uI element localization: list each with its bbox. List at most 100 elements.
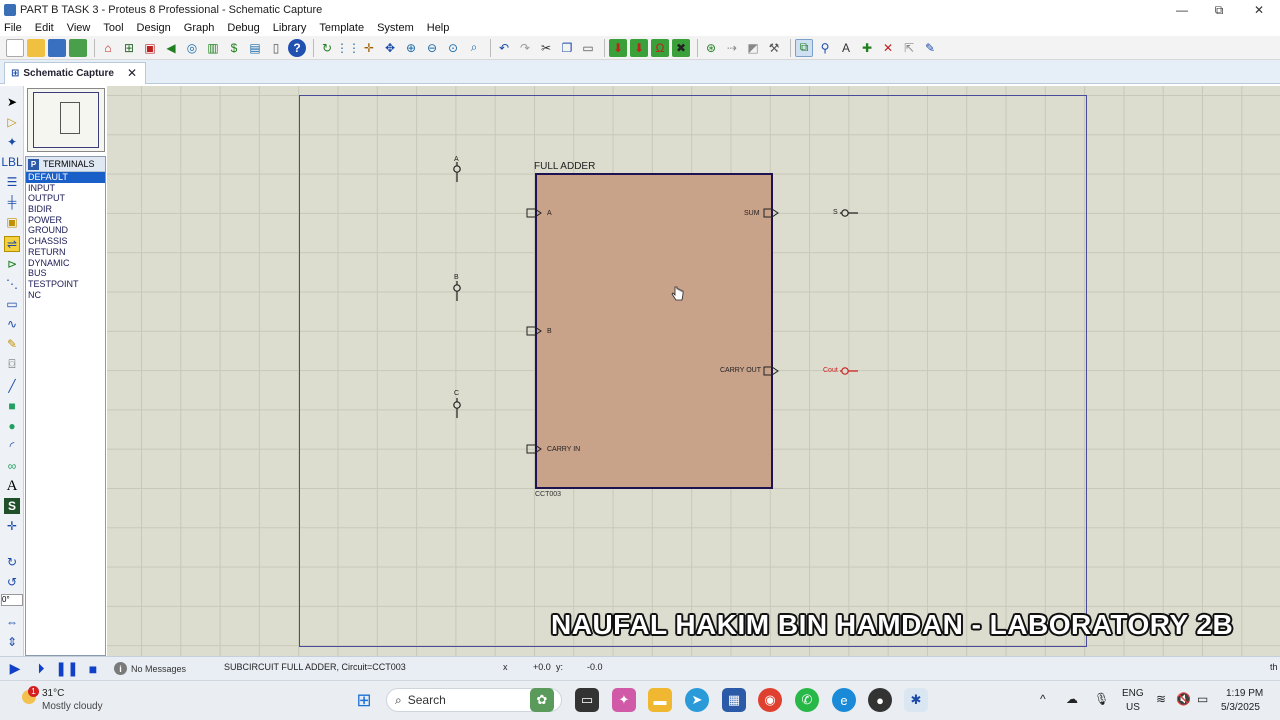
selection-mode-icon[interactable]: ➤ bbox=[4, 94, 20, 110]
step-button[interactable]: ⏵ bbox=[30, 660, 52, 678]
copy-icon[interactable]: ❐ bbox=[558, 39, 576, 57]
remove-sheet-icon[interactable]: ✕ bbox=[879, 39, 897, 57]
widgets-news-icon[interactable]: ✿ bbox=[530, 688, 554, 712]
subcircuit-icon[interactable]: ▣ bbox=[4, 214, 20, 230]
home-icon[interactable]: ⌂ bbox=[99, 39, 117, 57]
play-button[interactable]: ▶ bbox=[4, 660, 26, 678]
property-assignment-icon[interactable]: A bbox=[837, 39, 855, 57]
back-icon[interactable]: ◀ bbox=[162, 39, 180, 57]
symbol-icon[interactable]: S bbox=[4, 498, 20, 514]
port-sum-marker[interactable] bbox=[763, 208, 779, 218]
block-move-icon[interactable]: ⬇ bbox=[630, 38, 648, 57]
terminal-item-output[interactable]: OUTPUT bbox=[26, 193, 105, 204]
weather-widget[interactable]: 1 31°C Mostly cloudy bbox=[22, 686, 142, 716]
exit-to-parent-icon[interactable]: ⇱ bbox=[900, 39, 918, 57]
notes-icon[interactable]: ▯ bbox=[267, 39, 285, 57]
battery-icon[interactable]: ▭ bbox=[1197, 692, 1208, 706]
box-icon[interactable]: ■ bbox=[4, 398, 20, 414]
menu-file[interactable]: File bbox=[4, 22, 22, 34]
terminal-item-nc[interactable]: NC bbox=[26, 290, 105, 301]
whatsapp-icon[interactable]: ✆ bbox=[795, 688, 819, 712]
tab-schematic-capture[interactable]: ⊞ Schematic Capture ✕ bbox=[4, 62, 146, 84]
zoom-out-icon[interactable]: ⊖ bbox=[423, 39, 441, 57]
menu-library[interactable]: Library bbox=[273, 22, 307, 34]
buses-icon[interactable]: ╪ bbox=[4, 194, 20, 210]
menu-view[interactable]: View bbox=[67, 22, 91, 34]
zoom-area-icon[interactable]: ⌕ bbox=[465, 39, 483, 57]
3d-viewer-icon[interactable]: ◎ bbox=[183, 39, 201, 57]
close-button[interactable]: ✕ bbox=[1239, 0, 1279, 20]
block-delete-icon[interactable]: ✖ bbox=[672, 38, 690, 57]
speaker-muted-icon[interactable]: 🔇 bbox=[1176, 692, 1191, 706]
open-folder-icon[interactable] bbox=[27, 38, 45, 57]
gerber-icon[interactable]: ▥ bbox=[204, 39, 222, 57]
origin-icon[interactable]: ✛ bbox=[360, 39, 378, 57]
wifi-icon[interactable]: ≋ bbox=[1156, 692, 1166, 706]
rotate-anticlockwise-icon[interactable]: ↺ bbox=[4, 574, 20, 590]
block-copy-icon[interactable]: ⬇ bbox=[609, 38, 627, 57]
microphone-icon[interactable]: 🎙 bbox=[1094, 692, 1109, 706]
search-tag-icon[interactable]: ⚲ bbox=[816, 39, 834, 57]
terminal-item-default[interactable]: DEFAULT bbox=[26, 172, 105, 183]
block-rotate-icon[interactable]: Ω bbox=[651, 38, 669, 57]
new-sheet-icon[interactable]: ✚ bbox=[858, 39, 876, 57]
text-script-icon[interactable]: ☰ bbox=[4, 174, 20, 190]
electrical-rule-check-icon[interactable]: ✎ bbox=[921, 39, 939, 57]
menu-graph[interactable]: Graph bbox=[184, 22, 215, 34]
file-explorer-icon[interactable]: ▬ bbox=[648, 688, 672, 712]
graph-mode-icon[interactable]: ⋱ bbox=[4, 276, 20, 292]
terminal-item-ground[interactable]: GROUND bbox=[26, 225, 105, 236]
line-icon[interactable]: ╱ bbox=[4, 378, 20, 394]
menu-design[interactable]: Design bbox=[137, 22, 171, 34]
packaging-icon[interactable]: ◩ bbox=[744, 39, 762, 57]
port-carry-out-marker[interactable] bbox=[763, 366, 779, 376]
pick-device-icon[interactable]: ⊛ bbox=[702, 39, 720, 57]
chrome-icon[interactable]: ◉ bbox=[758, 688, 782, 712]
zoom-in-icon[interactable]: ⊕ bbox=[402, 39, 420, 57]
design-explorer-icon[interactable]: ▤ bbox=[246, 39, 264, 57]
import-icon[interactable] bbox=[69, 38, 87, 57]
restore-button[interactable]: ⧉ bbox=[1199, 0, 1239, 20]
marker-icon[interactable]: ✛ bbox=[4, 518, 20, 534]
rotate-clockwise-icon[interactable]: ↻ bbox=[4, 554, 20, 570]
paste-icon[interactable]: ▭ bbox=[579, 39, 597, 57]
mirror-horizontal-icon[interactable]: ⇔ bbox=[4, 614, 20, 630]
microsoft-store-icon[interactable]: ▦ bbox=[722, 688, 746, 712]
tape-recorder-icon[interactable]: ▭ bbox=[4, 296, 20, 312]
windows-start-icon[interactable]: ⊞ bbox=[352, 688, 376, 712]
new-file-icon[interactable] bbox=[6, 38, 24, 57]
terminal-item-testpoint[interactable]: TESTPOINT bbox=[26, 279, 105, 290]
app-with-notification-icon[interactable]: ● bbox=[868, 688, 892, 712]
undo-icon[interactable]: ↶ bbox=[495, 39, 513, 57]
path-icon[interactable]: ∞ bbox=[4, 458, 20, 474]
stop-button[interactable]: ■ bbox=[82, 660, 104, 678]
task-view-icon[interactable]: ▭ bbox=[575, 688, 599, 712]
refresh-icon[interactable]: ↻ bbox=[318, 39, 336, 57]
rotation-value-field[interactable]: 0° bbox=[1, 594, 23, 606]
make-device-icon[interactable]: ⇢ bbox=[723, 39, 741, 57]
schematic-canvas[interactable]: A B C S Cout FULL ADDER CCT003 A B CARRY… bbox=[107, 86, 1280, 656]
terminal-item-bus[interactable]: BUS bbox=[26, 268, 105, 279]
pick-devices-button[interactable]: P bbox=[28, 158, 39, 170]
minimize-button[interactable]: — bbox=[1162, 0, 1202, 20]
arc-icon[interactable]: ◜ bbox=[4, 438, 20, 454]
menu-debug[interactable]: Debug bbox=[227, 22, 259, 34]
mirror-vertical-icon[interactable]: ⇕ bbox=[4, 634, 20, 650]
pause-button[interactable]: ❚❚ bbox=[55, 660, 78, 678]
generator-icon[interactable]: ∿ bbox=[4, 316, 20, 332]
voltage-probe-icon[interactable]: ✎ bbox=[4, 336, 20, 352]
terminal-item-bidir[interactable]: BIDIR bbox=[26, 204, 105, 215]
schematic-icon[interactable]: ⊞ bbox=[120, 39, 138, 57]
pcb-layout-icon[interactable]: ▣ bbox=[141, 39, 159, 57]
terminals-mode-icon[interactable]: ⇌ bbox=[4, 236, 20, 252]
grid-icon[interactable]: ⋮⋮ bbox=[336, 39, 360, 57]
menu-system[interactable]: System bbox=[377, 22, 414, 34]
port-a-marker[interactable] bbox=[526, 208, 542, 218]
menu-tool[interactable]: Tool bbox=[103, 22, 123, 34]
menu-edit[interactable]: Edit bbox=[35, 22, 54, 34]
onedrive-cloud-icon[interactable]: ☁ bbox=[1066, 692, 1078, 706]
clock-date[interactable]: 5/3/2025 bbox=[1221, 702, 1260, 713]
help-icon[interactable]: ? bbox=[288, 38, 306, 57]
junction-dot-icon[interactable]: ✦ bbox=[4, 134, 20, 150]
zoom-all-icon[interactable]: ⊙ bbox=[444, 39, 462, 57]
